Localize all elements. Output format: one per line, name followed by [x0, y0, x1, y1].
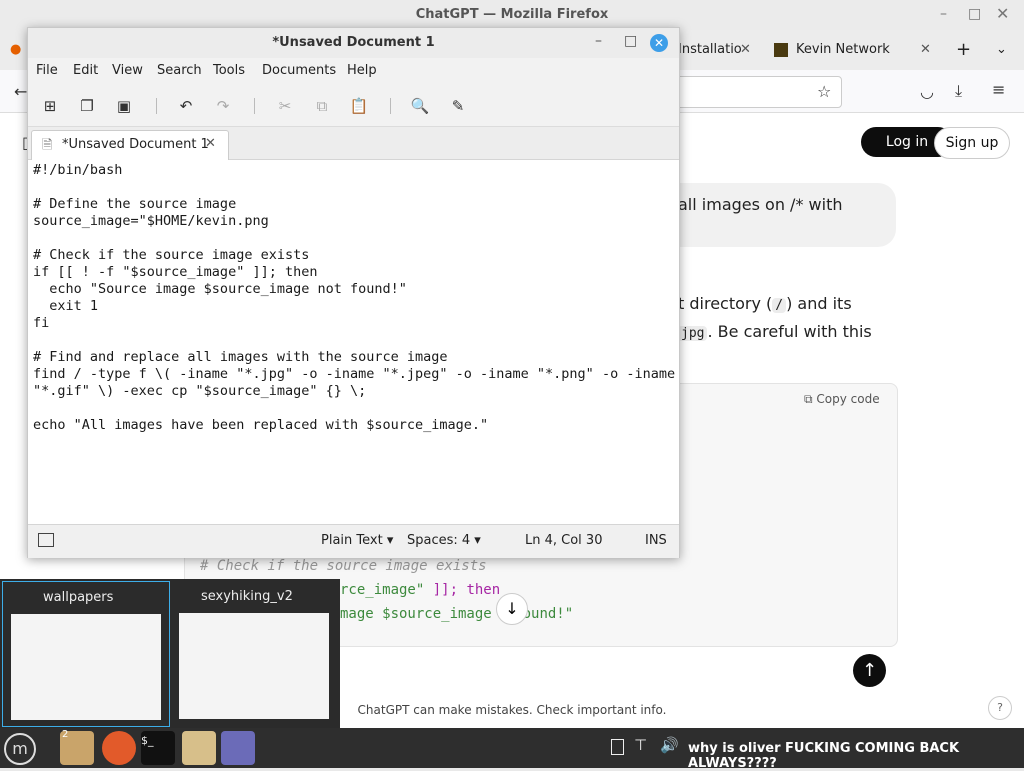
open-document-icon[interactable]: ❐ — [75, 94, 99, 118]
disclaimer-text: ChatGPT can make mistakes. Check importa… — [357, 703, 667, 717]
preview-thumbnail — [179, 613, 329, 719]
help-button[interactable]: ? — [988, 696, 1012, 720]
code-line: rce_image" ]]; then — [340, 582, 501, 598]
new-document-icon[interactable]: ⊞ — [38, 94, 62, 118]
back-arrow-icon[interactable]: ← — [14, 82, 27, 101]
side-panel-toggle-icon[interactable] — [38, 533, 54, 547]
menu-tools[interactable]: Tools — [213, 63, 245, 78]
maximize-icon[interactable]: □ — [968, 6, 981, 22]
terminal-icon[interactable]: $_ — [141, 731, 175, 765]
gedit-window: *Unsaved Document 1 – □ ✕ File Edit View… — [27, 27, 680, 558]
document-tab-label: *Unsaved Document 1 — [62, 137, 209, 152]
menu-edit[interactable]: Edit — [73, 63, 98, 78]
editor-line: echo "All images have been replaced with… — [33, 417, 489, 433]
tab-close-icon[interactable]: ✕ — [205, 136, 216, 151]
user-message-bubble — [660, 183, 896, 247]
editor-line: fi — [33, 315, 50, 331]
files-icon[interactable]: 2 — [60, 729, 94, 765]
downloads-icon[interactable]: ⤓ — [955, 81, 962, 101]
text-editor-icon[interactable] — [221, 731, 255, 765]
document-tab[interactable]: 🗎 *Unsaved Document 1 ✕ — [31, 130, 229, 160]
tray-status-text: why is oliver FUCKING COMING BACK ALWAYS… — [688, 741, 960, 771]
save-icon[interactable]: ▣ — [112, 94, 136, 118]
toolbar-divider — [254, 98, 255, 114]
maximize-icon[interactable]: □ — [624, 33, 637, 49]
code-line: mage $source_image found!" — [340, 606, 574, 622]
editor-line: # Check if the source image exists — [33, 247, 310, 263]
close-icon[interactable]: ✕ — [650, 34, 668, 52]
menu-help[interactable]: Help — [347, 63, 377, 78]
language-selector[interactable]: Plain Text ▾ — [321, 533, 393, 548]
cursor-position: Ln 4, Col 30 — [525, 533, 603, 548]
editor-line: # Find and replace all images with the s… — [33, 349, 448, 365]
tab-close-icon[interactable]: ✕ — [920, 34, 931, 66]
menu-hamburger-icon[interactable]: ≡ — [992, 80, 1005, 99]
tab-width-selector[interactable]: Spaces: 4 ▾ — [407, 533, 481, 548]
minimize-icon[interactable]: – — [595, 33, 602, 49]
notes-icon[interactable] — [611, 739, 624, 755]
minimize-icon[interactable]: – — [940, 6, 947, 22]
preview-label: sexyhiking_v2 — [201, 589, 293, 604]
pocket-icon[interactable]: ◡ — [920, 82, 934, 101]
preview-label: wallpapers — [43, 590, 114, 605]
editor-line: # Define the source image — [33, 196, 237, 212]
cut-icon[interactable]: ✂ — [273, 94, 297, 118]
window-count-badge: 2 — [62, 729, 69, 740]
menu-documents[interactable]: Documents — [262, 63, 336, 78]
user-message-text: all images on /* with — [678, 195, 843, 214]
editor-line: exit 1 — [33, 298, 99, 314]
toolbar-divider — [390, 98, 391, 114]
tab-installation[interactable]: Installatio — [678, 34, 742, 66]
signup-button[interactable]: Sign up — [934, 127, 1010, 159]
network-icon[interactable]: ⊤ — [634, 736, 647, 754]
tab-list-chevron-icon[interactable]: ⌄ — [996, 34, 1007, 66]
menu-search[interactable]: Search — [157, 63, 202, 78]
editor-line: "*.gif" \) -exec cp "$source_image" {} \… — [33, 383, 367, 399]
preview-sexyhiking[interactable]: sexyhiking_v2 — [171, 581, 337, 725]
editor-line: if [[ ! -f "$source_image" ]]; then — [33, 264, 318, 280]
preview-thumbnail — [11, 614, 161, 720]
mint-menu-icon[interactable]: m — [4, 733, 36, 765]
new-tab-icon[interactable]: + — [956, 34, 971, 66]
toolbar-divider — [156, 98, 157, 114]
search-icon[interactable]: 🔍 — [408, 94, 432, 118]
find-replace-icon[interactable]: ✎ — [446, 94, 470, 118]
insert-mode: INS — [645, 533, 667, 548]
document-icon: 🗎 — [42, 138, 53, 153]
firefox-titlebar: ChatGPT — Mozilla Firefox — [0, 0, 1024, 30]
archive-icon[interactable] — [182, 731, 216, 765]
copy-icon[interactable]: ⧉ — [310, 94, 334, 118]
volume-icon[interactable]: 🔊 — [660, 736, 679, 754]
send-button[interactable]: ↑ — [853, 654, 886, 687]
undo-icon[interactable]: ↶ — [174, 94, 198, 118]
scroll-down-button[interactable]: ↓ — [496, 593, 528, 625]
copy-code-button[interactable]: ⧉ Copy code — [804, 392, 880, 407]
firefox-logo-icon: ● — [10, 42, 22, 57]
close-icon[interactable]: ✕ — [996, 4, 1009, 23]
bookmark-star-icon[interactable]: ☆ — [817, 82, 831, 101]
editor-line: echo "Source image $source_image not fou… — [33, 281, 407, 297]
tab-kevin-network[interactable]: Kevin Network — [796, 34, 890, 66]
tab-close-icon[interactable]: ✕ — [740, 34, 751, 66]
assistant-response-line: t directory (/) and its — [678, 294, 852, 313]
redo-icon[interactable]: ↷ — [211, 94, 235, 118]
code-line: # Check if the source image exists — [200, 558, 487, 574]
editor-line: #!/bin/bash — [33, 162, 123, 178]
menu-view[interactable]: View — [112, 63, 143, 78]
gedit-title: *Unsaved Document 1 — [28, 28, 679, 58]
kevin-network-favicon-icon — [774, 43, 788, 57]
firefox-icon[interactable] — [102, 731, 136, 765]
paste-icon[interactable]: 📋 — [347, 94, 371, 118]
editor-line: find / -type f \( -iname "*.jpg" -o -ina… — [33, 366, 676, 382]
preview-wallpapers[interactable]: wallpapers — [2, 581, 170, 727]
assistant-response-line: jpg. Be careful with this — [678, 322, 872, 341]
menu-file[interactable]: File — [36, 63, 58, 78]
editor-line: source_image="$HOME/kevin.png — [33, 213, 269, 229]
